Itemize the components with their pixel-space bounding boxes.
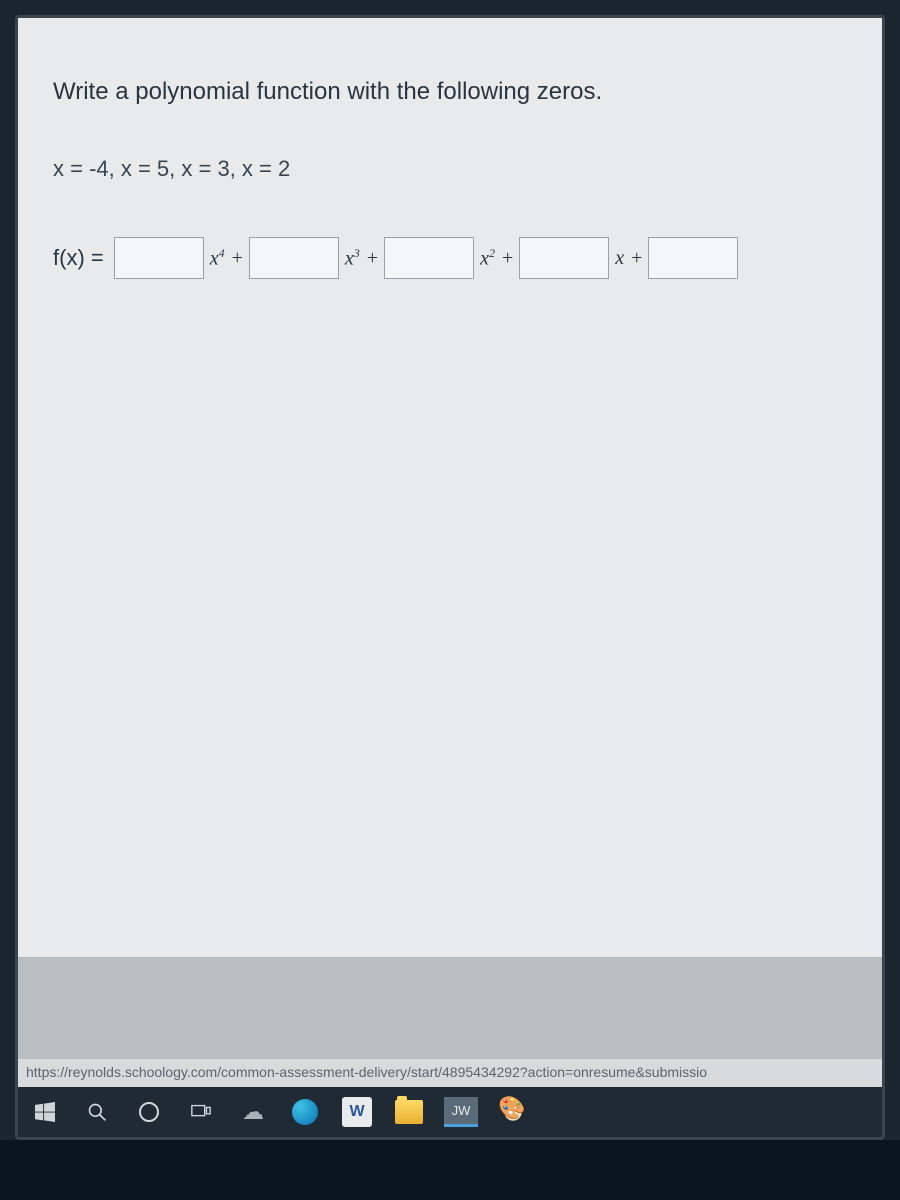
taskbar: ☁ W JW <box>18 1087 882 1137</box>
word-button[interactable]: W <box>340 1095 374 1129</box>
status-url: https://reynolds.schoology.com/common-as… <box>18 1059 882 1087</box>
file-explorer-button[interactable] <box>392 1095 426 1129</box>
coefficient-x4-input[interactable] <box>114 237 204 279</box>
cortana-icon <box>139 1102 159 1122</box>
cortana-button[interactable] <box>132 1095 166 1129</box>
jw-icon: JW <box>444 1097 478 1127</box>
jw-app-button[interactable]: JW <box>444 1095 478 1129</box>
start-button[interactable] <box>28 1095 62 1129</box>
term-x4: x4 + <box>210 246 243 271</box>
term-x1: x + <box>615 247 642 270</box>
edge-icon <box>292 1099 318 1125</box>
search-button[interactable] <box>80 1095 114 1129</box>
question-panel: Write a polynomial function with the fol… <box>18 18 882 958</box>
taskview-icon <box>190 1101 212 1123</box>
paint-icon <box>498 1097 528 1127</box>
weather-button[interactable]: ☁ <box>236 1095 270 1129</box>
search-icon <box>87 1102 107 1122</box>
folder-icon <box>395 1100 423 1124</box>
term-x2: x2 + <box>480 246 513 271</box>
windows-icon <box>35 1102 55 1122</box>
screen-content: Write a polynomial function with the fol… <box>15 15 885 1140</box>
coefficient-x2-input[interactable] <box>384 237 474 279</box>
coefficient-x3-input[interactable] <box>249 237 339 279</box>
function-input-row: f(x) = x4 + x3 + x2 + x + <box>53 237 847 279</box>
word-icon: W <box>342 1097 372 1127</box>
paint-button[interactable] <box>496 1095 530 1129</box>
taskview-button[interactable] <box>184 1095 218 1129</box>
zeros-list: x = -4, x = 5, x = 3, x = 2 <box>53 156 847 182</box>
term-x3: x3 + <box>345 246 378 271</box>
edge-button[interactable] <box>288 1095 322 1129</box>
cloud-icon: ☁ <box>242 1099 264 1125</box>
function-label: f(x) = <box>53 245 104 271</box>
question-title: Write a polynomial function with the fol… <box>53 78 847 106</box>
coefficient-x1-input[interactable] <box>519 237 609 279</box>
coefficient-constant-input[interactable] <box>648 237 738 279</box>
